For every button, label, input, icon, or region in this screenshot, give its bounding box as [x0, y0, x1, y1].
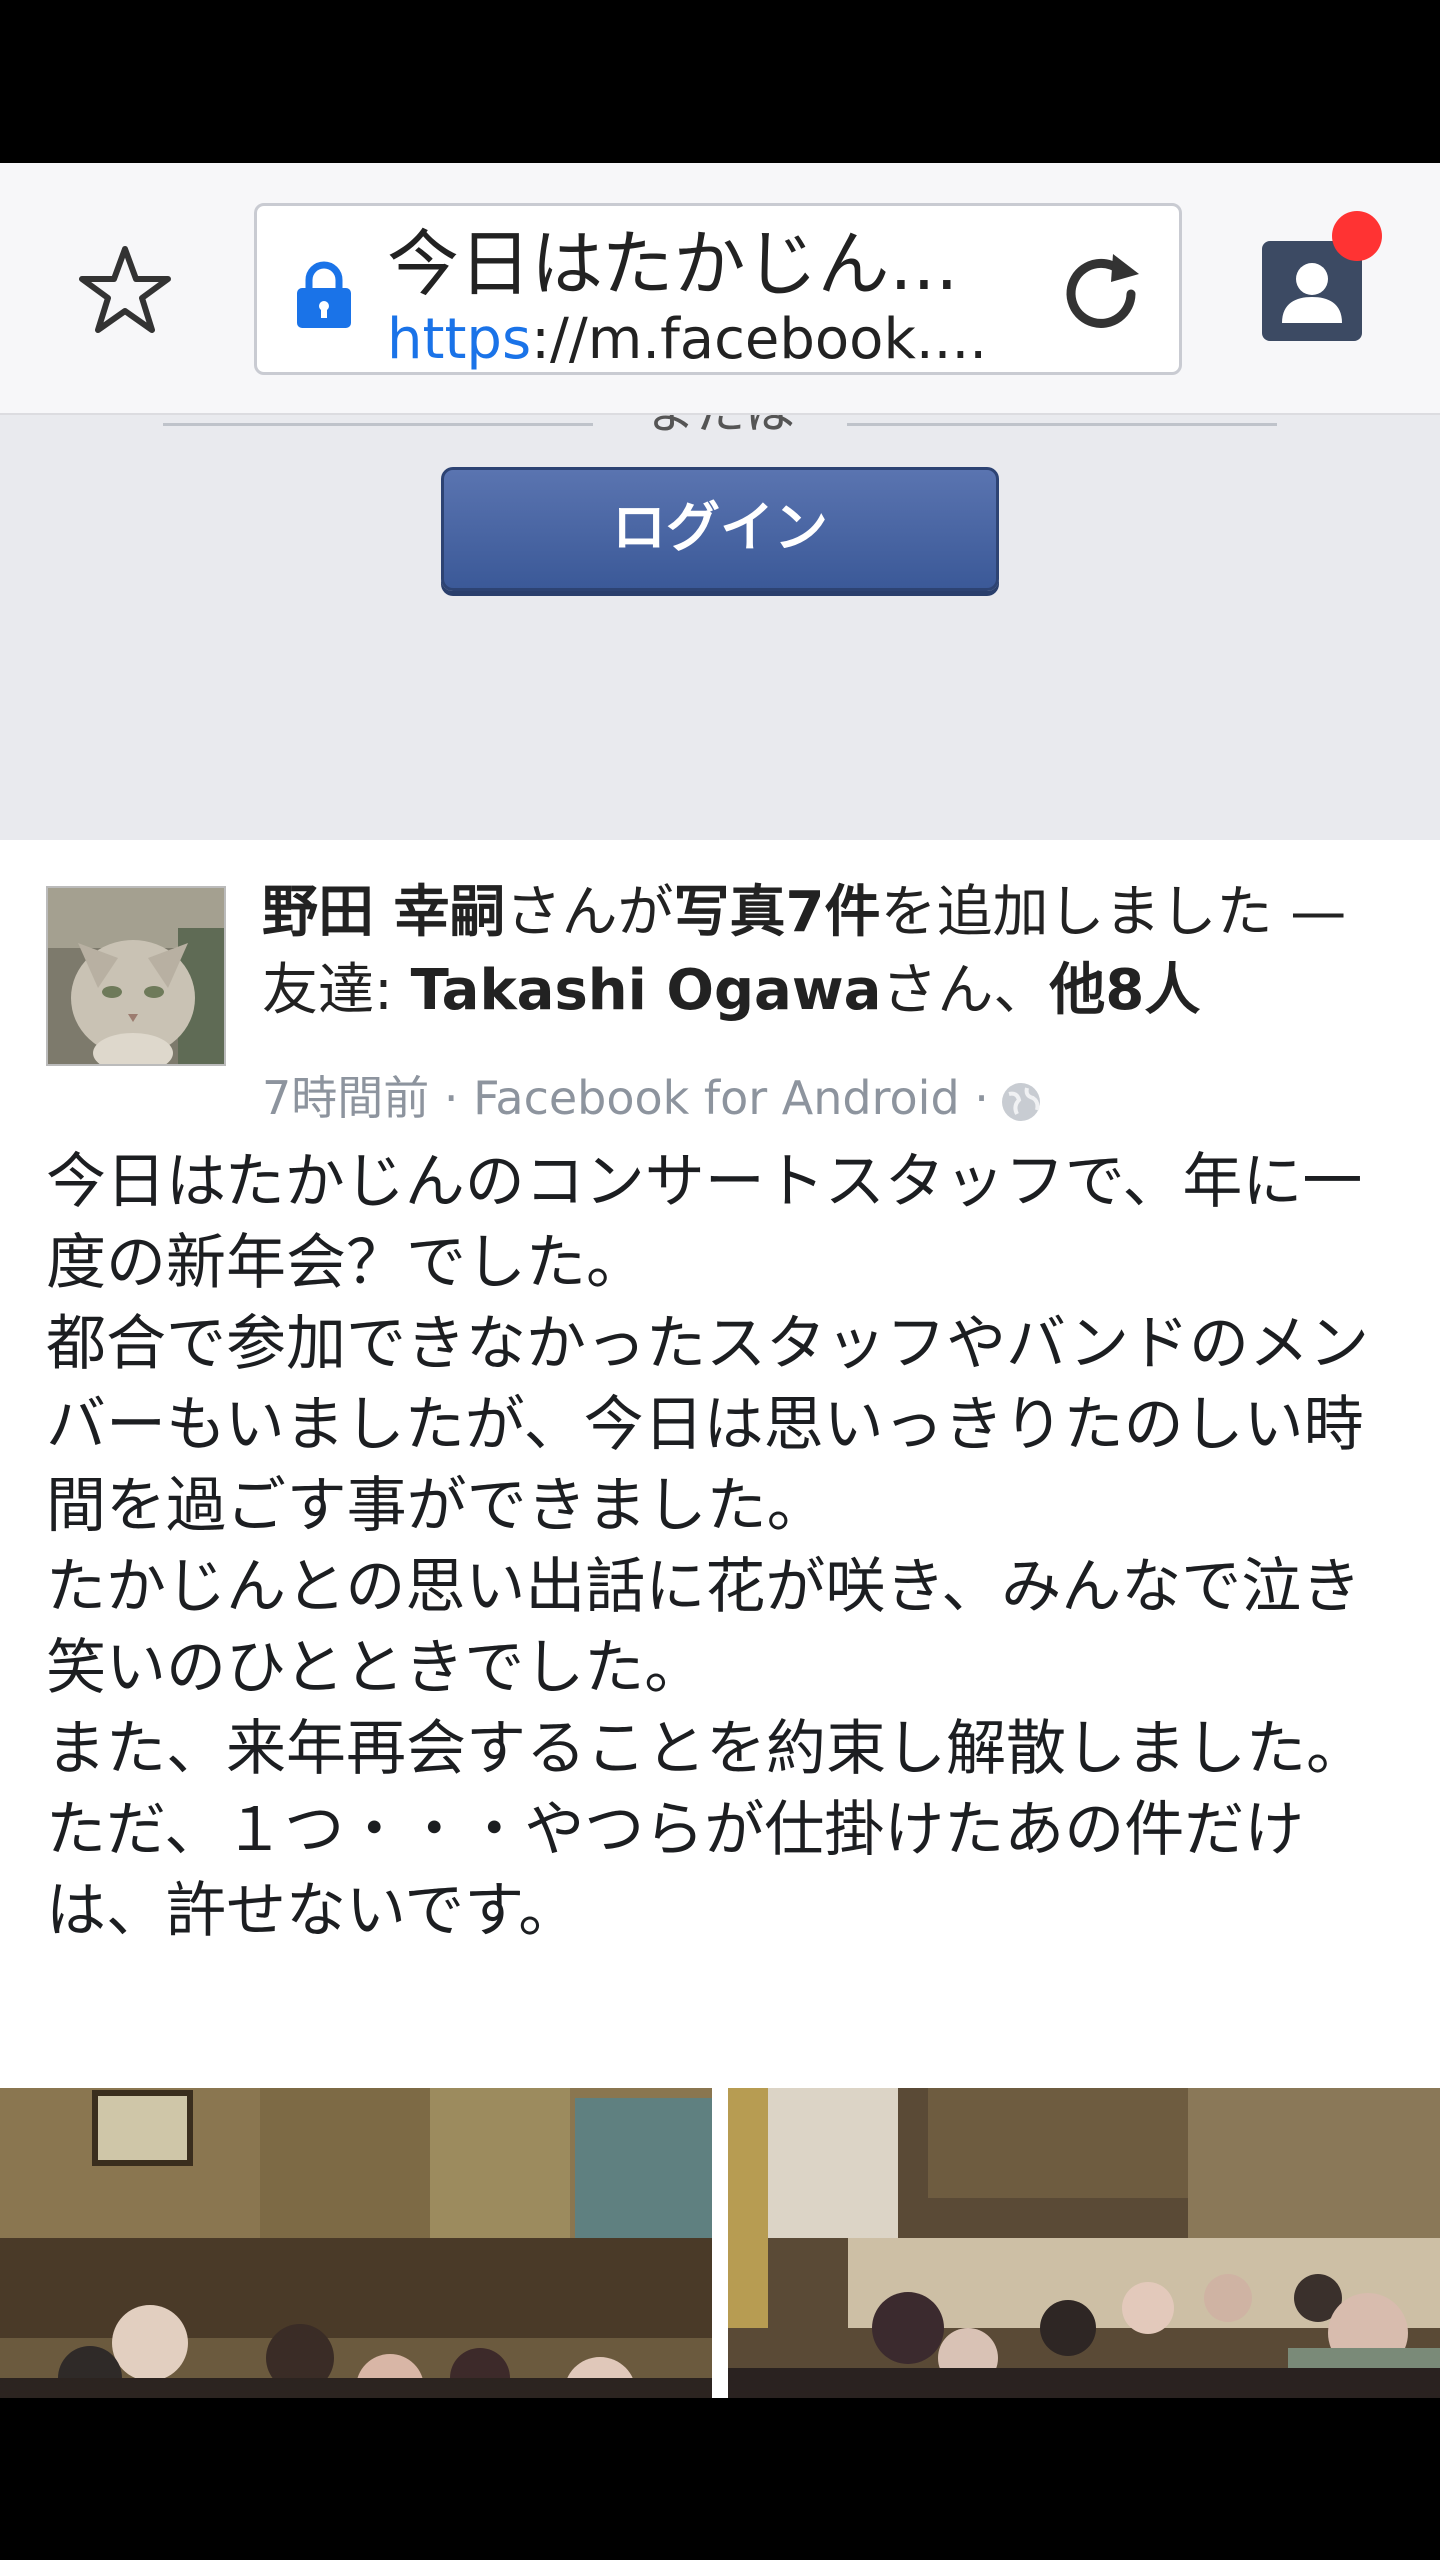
post-body: 今日はたかじんのコンサートスタッフで、年に一度の新年会？でした。 都合で参加でき… [46, 1142, 1416, 1952]
news-feed-post: 野田 幸嗣さんが写真7件を追加しました — 友達: Takashi Ogawaさ… [0, 840, 1440, 2398]
headline-text: さんが [505, 880, 674, 945]
post-photo[interactable] [728, 2088, 1440, 2398]
bookmark-star-icon[interactable] [75, 241, 175, 341]
others-link[interactable]: 他8人 [1049, 958, 1200, 1023]
page-title: 今日はたかじん... [387, 222, 959, 306]
reload-icon[interactable] [1057, 248, 1147, 338]
post-source: Facebook for Android [473, 1071, 960, 1125]
photo-grid [0, 2088, 1440, 2398]
meta-separator: · [443, 1071, 459, 1125]
post-body-line: また、来年再会することを約束し解散しました。 [46, 1714, 1366, 1784]
browser-toolbar: 今日はたかじん... https://m.facebook.... [0, 163, 1440, 415]
photos-link[interactable]: 写真7件 [674, 880, 881, 945]
post-body-line: ただ、１つ・・・やつらが仕掛けたあの件だけは、許せないです。 [46, 1795, 1305, 1946]
login-section: または ログイン [0, 382, 1440, 840]
status-bar [0, 0, 1440, 163]
system-navigation-bar [0, 2398, 1440, 2560]
globe-icon [999, 1080, 1043, 1124]
post-meta: 7時間前 · Facebook for Android · [262, 1062, 1043, 1128]
post-body-line: 今日はたかじんのコンサートスタッフで、年に一度の新年会？でした。 [46, 1147, 1363, 1298]
url-scheme: https [387, 308, 532, 372]
post-photo[interactable] [0, 2088, 712, 2398]
post-time[interactable]: 7時間前 [262, 1071, 429, 1125]
url-text: https://m.facebook.... [387, 308, 987, 372]
lock-icon [295, 260, 353, 330]
post-body-line: たかじんとの思い出話に花が咲き、みんなで泣き笑いのひとときでした。 [46, 1552, 1362, 1703]
url-host: ://m.facebook.... [531, 308, 987, 372]
friends-suffix: さん、 [881, 958, 1050, 1023]
author-name[interactable]: 野田 幸嗣 [262, 880, 506, 945]
avatar[interactable] [46, 886, 226, 1066]
divider-left [163, 423, 593, 426]
login-button[interactable]: ログイン [441, 467, 999, 591]
post-headline: 野田 幸嗣さんが写真7件を追加しました — 友達: Takashi Ogawaさ… [262, 874, 1402, 1030]
headline-text: を追加しました [880, 880, 1273, 945]
post-body-line: 都合で参加できなかったスタッフやバンドのメンバーもいましたが、今日は思いっきりた… [46, 1309, 1369, 1541]
address-bar[interactable]: 今日はたかじん... https://m.facebook.... [254, 203, 1182, 375]
notification-badge [1332, 211, 1382, 261]
browser-screen: 今日はたかじん... https://m.facebook.... または ログ… [0, 163, 1440, 2398]
divider-right [847, 423, 1277, 426]
meta-separator: · [974, 1071, 989, 1125]
tagged-friend-link[interactable]: Takashi Ogawa [411, 958, 882, 1023]
